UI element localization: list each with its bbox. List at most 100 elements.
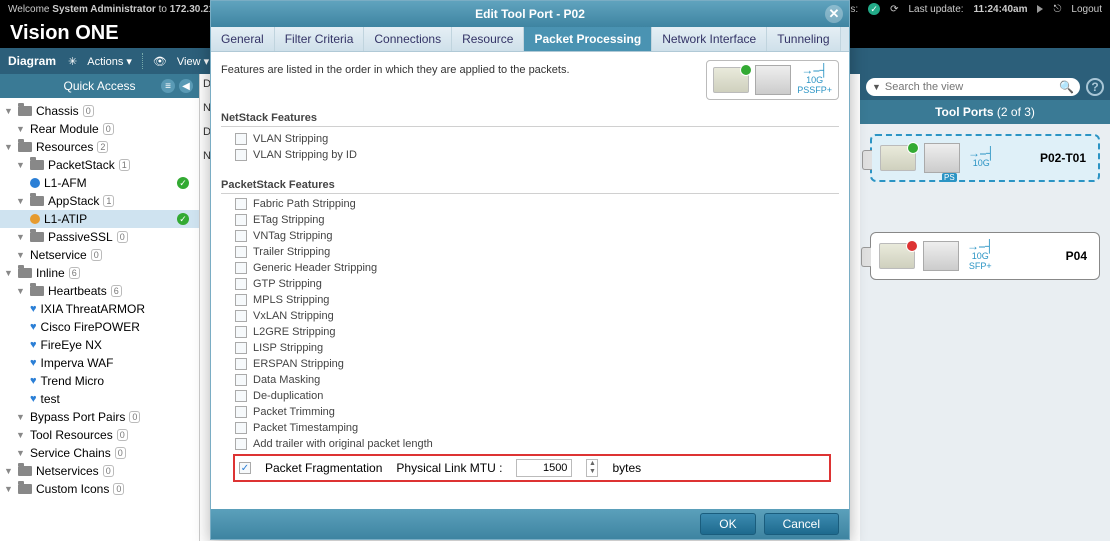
tree-rear-module[interactable]: ▼Rear Module0 bbox=[0, 120, 199, 138]
checkbox-icon[interactable]: ✓ bbox=[239, 462, 251, 474]
play-icon[interactable] bbox=[1037, 5, 1043, 13]
quickaccess-collapse-icon[interactable]: ◀ bbox=[179, 79, 193, 93]
port-card-icon bbox=[713, 67, 749, 93]
close-button[interactable]: ✕ bbox=[825, 5, 843, 23]
tree-service-chains[interactable]: ▼Service Chains0 bbox=[0, 444, 199, 462]
checkbox-icon[interactable] bbox=[235, 149, 247, 161]
packetstack-list[interactable]: Fabric Path Stripping ETag Stripping VNT… bbox=[221, 194, 839, 501]
tree-bypass[interactable]: ▼Bypass Port Pairs0 bbox=[0, 408, 199, 426]
search-wrap[interactable]: ▼ 🔍 bbox=[866, 78, 1080, 96]
chk-item[interactable]: L2GRE Stripping bbox=[235, 324, 839, 340]
chk-item[interactable]: ETag Stripping bbox=[235, 212, 839, 228]
logout-icon[interactable]: ⎋ bbox=[1053, 4, 1061, 15]
tree-hb-cisco[interactable]: ♥Cisco FirePOWER bbox=[0, 318, 199, 336]
checkbox-icon[interactable] bbox=[235, 406, 247, 418]
chk-item[interactable]: VNTag Stripping bbox=[235, 228, 839, 244]
tree-packetstack[interactable]: ▼PacketStack1 bbox=[0, 156, 199, 174]
tree-custom-icons[interactable]: ▼Custom Icons0 bbox=[0, 480, 199, 498]
tree-passivessl[interactable]: ▼PassiveSSL0 bbox=[0, 228, 199, 246]
heart-icon: ♥ bbox=[30, 375, 37, 387]
checkbox-icon[interactable] bbox=[235, 133, 247, 145]
alarms-ok-icon[interactable]: ✓ bbox=[868, 3, 880, 15]
tree-netservice[interactable]: ▼Netservice0 bbox=[0, 246, 199, 264]
tree-heartbeats[interactable]: ▼Heartbeats6 bbox=[0, 282, 199, 300]
tree-inline[interactable]: ▼Inline6 bbox=[0, 264, 199, 282]
tree-hb-trend[interactable]: ♥Trend Micro bbox=[0, 372, 199, 390]
chk-item[interactable]: Packet Timestamping bbox=[235, 420, 839, 436]
heart-icon: ♥ bbox=[30, 357, 37, 369]
tab-general[interactable]: General bbox=[211, 27, 275, 51]
chk-item[interactable]: Add trailer with original packet length bbox=[235, 436, 839, 452]
tree: ▼Chassis0 ▼Rear Module0 ▼Resources2 ▼Pac… bbox=[0, 98, 199, 502]
checkbox-icon[interactable] bbox=[235, 358, 247, 370]
port-card-p04[interactable]: →⎯┤10GSFP+ P04 bbox=[870, 232, 1100, 280]
checkbox-icon[interactable] bbox=[235, 230, 247, 242]
checkbox-icon[interactable] bbox=[235, 422, 247, 434]
checkbox-icon[interactable] bbox=[235, 326, 247, 338]
checkbox-icon[interactable] bbox=[235, 214, 247, 226]
checkbox-icon[interactable] bbox=[235, 294, 247, 306]
chk-item[interactable]: Packet Trimming bbox=[235, 404, 839, 420]
last-update-time: 11:24:40am bbox=[974, 4, 1028, 15]
tab-resource[interactable]: Resource bbox=[452, 27, 524, 51]
chk-item[interactable]: VxLAN Stripping bbox=[235, 308, 839, 324]
search-dropdown-icon[interactable]: ▼ bbox=[872, 82, 881, 92]
checkbox-icon[interactable] bbox=[235, 342, 247, 354]
cancel-button[interactable]: Cancel bbox=[764, 513, 839, 535]
checkbox-icon[interactable] bbox=[235, 198, 247, 210]
tree-tool-resources[interactable]: ▼Tool Resources0 bbox=[0, 426, 199, 444]
port-badge: →⎯┤10GPSSFP+ bbox=[706, 60, 839, 100]
logout-link[interactable]: Logout bbox=[1071, 4, 1102, 15]
checkbox-icon[interactable] bbox=[235, 310, 247, 322]
right-pane-body: PS →⎯┤10G P02-T01 →⎯┤10GSFP+ P04 bbox=[860, 124, 1110, 541]
chk-vlan-stripping-id[interactable]: VLAN Stripping by ID bbox=[235, 147, 839, 163]
chk-item[interactable]: Fabric Path Stripping bbox=[235, 196, 839, 212]
view-menu[interactable]: View ▾ bbox=[177, 55, 209, 68]
tree-resources[interactable]: ▼Resources2 bbox=[0, 138, 199, 156]
tab-connections[interactable]: Connections bbox=[364, 27, 452, 51]
tree-hb-fireeye[interactable]: ♥FireEye NX bbox=[0, 336, 199, 354]
actions-menu[interactable]: Actions ▾ bbox=[87, 55, 132, 68]
chk-item[interactable]: De-duplication bbox=[235, 388, 839, 404]
tree-chassis[interactable]: ▼Chassis0 bbox=[0, 102, 199, 120]
checkbox-icon[interactable] bbox=[235, 374, 247, 386]
folder-icon bbox=[18, 142, 32, 152]
search-icon[interactable]: 🔍 bbox=[1059, 80, 1074, 94]
chk-item[interactable]: LISP Stripping bbox=[235, 340, 839, 356]
checkbox-icon[interactable] bbox=[235, 390, 247, 402]
tree-l1-afm[interactable]: L1-AFM✓ bbox=[0, 174, 199, 192]
tree-hb-imperva[interactable]: ♥Imperva WAF bbox=[0, 354, 199, 372]
help-icon[interactable]: ? bbox=[1086, 78, 1104, 96]
tab-packet-processing[interactable]: Packet Processing bbox=[524, 27, 652, 51]
tree-hb-test[interactable]: ♥test bbox=[0, 390, 199, 408]
tab-network-interface[interactable]: Network Interface bbox=[652, 27, 767, 51]
tab-filter-criteria[interactable]: Filter Criteria bbox=[275, 27, 365, 51]
ok-button[interactable]: OK bbox=[700, 513, 755, 535]
tree-appstack[interactable]: ▼AppStack1 bbox=[0, 192, 199, 210]
checkbox-icon[interactable] bbox=[235, 246, 247, 258]
mtu-input[interactable] bbox=[516, 459, 572, 477]
checkbox-icon[interactable] bbox=[235, 278, 247, 290]
quickaccess-hamburger-icon[interactable]: ≡ bbox=[161, 79, 175, 93]
port-card-p02-t01[interactable]: PS →⎯┤10G P02-T01 bbox=[870, 134, 1100, 182]
gear-icon: ✳ bbox=[68, 55, 77, 68]
chk-item[interactable]: Trailer Stripping bbox=[235, 244, 839, 260]
search-input[interactable] bbox=[881, 81, 1059, 93]
tab-tunneling[interactable]: Tunneling bbox=[767, 27, 840, 51]
checkbox-icon[interactable] bbox=[235, 438, 247, 450]
tree-l1-atip[interactable]: L1-ATIP✓ bbox=[0, 210, 199, 228]
dialog-title-bar[interactable]: Edit Tool Port - P02 ✕ bbox=[211, 1, 849, 27]
chk-item[interactable]: Generic Header Stripping bbox=[235, 260, 839, 276]
mtu-spinner[interactable]: ▲▼ bbox=[586, 459, 598, 477]
chk-item[interactable]: MPLS Stripping bbox=[235, 292, 839, 308]
chk-item[interactable]: Data Masking bbox=[235, 372, 839, 388]
port-card-icon bbox=[879, 243, 915, 269]
refresh-icon[interactable]: ⟳ bbox=[890, 4, 898, 15]
chk-item[interactable]: GTP Stripping bbox=[235, 276, 839, 292]
tree-hb-ixia[interactable]: ♥IXIA ThreatARMOR bbox=[0, 300, 199, 318]
chk-item[interactable]: ERSPAN Stripping bbox=[235, 356, 839, 372]
checkbox-icon[interactable] bbox=[235, 262, 247, 274]
tree-netservices[interactable]: ▼Netservices0 bbox=[0, 462, 199, 480]
eye-icon: 👁 bbox=[153, 55, 167, 68]
chk-vlan-stripping[interactable]: VLAN Stripping bbox=[235, 131, 839, 147]
